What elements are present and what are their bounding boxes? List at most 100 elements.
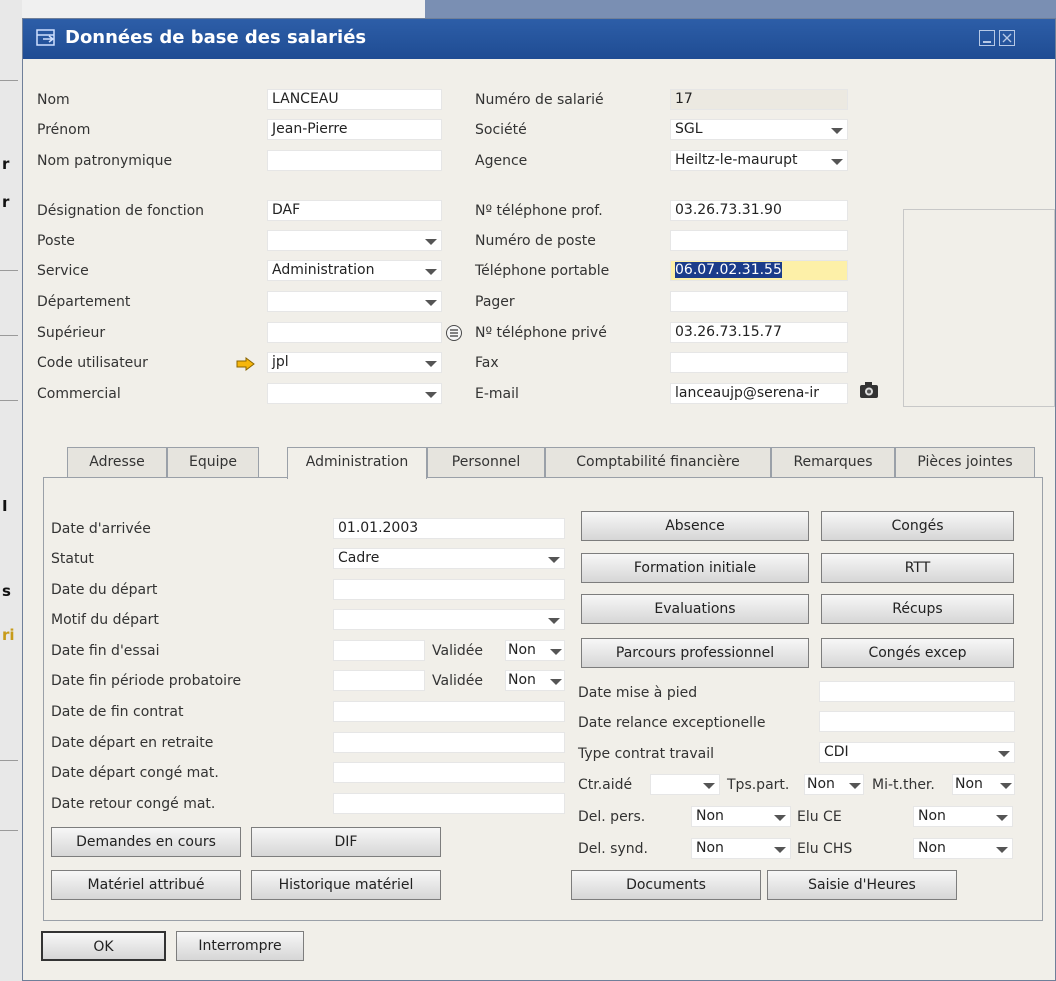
tab-remarques[interactable]: Remarques bbox=[771, 447, 895, 477]
tps-part-select[interactable]: Non bbox=[804, 774, 864, 795]
chevron-down-icon bbox=[831, 159, 843, 165]
nom-patronymique-field[interactable] bbox=[267, 150, 442, 171]
statut-select[interactable]: Cadre bbox=[333, 548, 565, 569]
validee-probatoire-select[interactable]: Non bbox=[505, 670, 565, 691]
label-tps-part: Tps.part. bbox=[727, 777, 790, 793]
pager-field[interactable] bbox=[670, 291, 848, 312]
label-poste: Poste bbox=[37, 233, 75, 249]
label-societe: Société bbox=[475, 122, 527, 138]
window-titlebar[interactable]: Données de base des salariés bbox=[23, 19, 1055, 59]
employee-master-data-window: Données de base des salariés Nom LANCEAU… bbox=[22, 18, 1056, 981]
label-numero-poste: Numéro de poste bbox=[475, 233, 596, 249]
label-telephone-portable: Téléphone portable bbox=[475, 263, 610, 279]
prenom-field[interactable]: Jean-Pierre bbox=[267, 119, 442, 140]
chevron-down-icon bbox=[425, 300, 437, 306]
label-validee: Validée bbox=[432, 673, 483, 689]
poste-select[interactable] bbox=[267, 230, 442, 251]
del-pers-select[interactable]: Non bbox=[691, 806, 791, 827]
materiel-attribue-button[interactable]: Matériel attribué bbox=[51, 870, 241, 900]
chevron-down-icon bbox=[703, 783, 715, 789]
label-departement: Département bbox=[37, 294, 131, 310]
email-field[interactable]: lanceaujp@serena-ir bbox=[670, 383, 848, 404]
chevron-down-icon bbox=[550, 679, 562, 685]
ok-button[interactable]: OK bbox=[41, 931, 166, 961]
commercial-select[interactable] bbox=[267, 383, 442, 404]
recups-button[interactable]: Récups bbox=[821, 594, 1014, 624]
background-text: ri bbox=[2, 626, 15, 644]
tab-equipe[interactable]: Equipe bbox=[167, 447, 259, 477]
close-button[interactable] bbox=[999, 30, 1015, 46]
designation-fonction-field[interactable]: DAF bbox=[267, 200, 442, 221]
date-depart-conge-mat-field[interactable] bbox=[333, 762, 565, 783]
documents-button[interactable]: Documents bbox=[571, 870, 761, 900]
date-mise-a-pied-field[interactable] bbox=[819, 681, 1015, 702]
absence-button[interactable]: Absence bbox=[581, 511, 809, 541]
label-date-retour-conge-mat: Date retour congé mat. bbox=[51, 796, 216, 812]
departement-select[interactable] bbox=[267, 291, 442, 312]
background-text: r bbox=[2, 155, 10, 173]
chevron-down-icon bbox=[425, 361, 437, 367]
dif-button[interactable]: DIF bbox=[251, 827, 441, 857]
code-utilisateur-select[interactable]: jpl bbox=[267, 352, 442, 373]
tel-prof-field[interactable]: 03.26.73.31.90 bbox=[670, 200, 848, 221]
del-synd-select[interactable]: Non bbox=[691, 838, 791, 859]
chevron-down-icon bbox=[1000, 783, 1012, 789]
numero-poste-field[interactable] bbox=[670, 230, 848, 251]
saisie-heures-button[interactable]: Saisie d'Heures bbox=[767, 870, 957, 900]
ctr-aide-select[interactable] bbox=[650, 774, 720, 795]
date-fin-essai-field[interactable] bbox=[333, 640, 425, 661]
agence-select[interactable]: Heiltz-le-maurupt bbox=[670, 150, 848, 171]
label-fax: Fax bbox=[475, 355, 499, 371]
link-arrow-icon[interactable] bbox=[236, 357, 256, 371]
photo-frame[interactable] bbox=[903, 209, 1055, 407]
parcours-professionnel-button[interactable]: Parcours professionnel bbox=[581, 638, 809, 668]
date-fin-probatoire-field[interactable] bbox=[333, 670, 425, 691]
superieur-field[interactable] bbox=[267, 322, 442, 343]
conges-excep-button[interactable]: Congés excep bbox=[821, 638, 1014, 668]
mi-t-ther-select[interactable]: Non bbox=[952, 774, 1015, 795]
date-arrivee-field[interactable]: 01.01.2003 bbox=[333, 518, 565, 539]
list-choose-icon[interactable] bbox=[445, 324, 463, 342]
elu-ce-select[interactable]: Non bbox=[913, 806, 1013, 827]
tel-prive-field[interactable]: 03.26.73.15.77 bbox=[670, 322, 848, 343]
tab-administration[interactable]: Administration bbox=[287, 447, 427, 479]
date-depart-retraite-field[interactable] bbox=[333, 732, 565, 753]
chevron-down-icon bbox=[849, 783, 861, 789]
background-divider bbox=[0, 335, 18, 336]
date-depart-field[interactable] bbox=[333, 579, 565, 600]
elu-chs-select[interactable]: Non bbox=[913, 838, 1013, 859]
tab-pieces-jointes[interactable]: Pièces jointes bbox=[895, 447, 1035, 477]
del-pers-value: Non bbox=[696, 808, 724, 824]
type-contrat-select[interactable]: CDI bbox=[819, 742, 1015, 763]
camera-icon[interactable] bbox=[859, 381, 879, 399]
chevron-down-icon bbox=[774, 847, 786, 853]
tab-personnel[interactable]: Personnel bbox=[427, 447, 545, 477]
nom-field[interactable]: LANCEAU bbox=[267, 89, 442, 110]
background-divider bbox=[0, 80, 18, 81]
chevron-down-icon bbox=[548, 618, 560, 624]
conges-button[interactable]: Congés bbox=[821, 511, 1014, 541]
motif-depart-select[interactable] bbox=[333, 609, 565, 630]
date-relance-field[interactable] bbox=[819, 711, 1015, 732]
telephone-portable-field[interactable]: 06.07.02.31.55 bbox=[670, 260, 848, 281]
date-fin-contrat-field[interactable] bbox=[333, 701, 565, 722]
chevron-down-icon bbox=[996, 815, 1008, 821]
label-date-depart-conge-mat: Date départ congé mat. bbox=[51, 765, 219, 781]
minimize-button[interactable] bbox=[979, 30, 995, 46]
label-date-relance: Date relance exceptionelle bbox=[578, 715, 766, 731]
interrompre-button[interactable]: Interrompre bbox=[176, 931, 304, 961]
formation-initiale-button[interactable]: Formation initiale bbox=[581, 553, 809, 583]
rtt-button[interactable]: RTT bbox=[821, 553, 1014, 583]
validee-essai-select[interactable]: Non bbox=[505, 640, 565, 661]
historique-materiel-button[interactable]: Historique matériel bbox=[251, 870, 441, 900]
background-app-sidebar: r r I s ri bbox=[0, 0, 23, 981]
tab-comptabilite-financiere[interactable]: Comptabilité financière bbox=[545, 447, 771, 477]
demandes-en-cours-button[interactable]: Demandes en cours bbox=[51, 827, 241, 857]
service-select[interactable]: Administration bbox=[267, 260, 442, 281]
fax-field[interactable] bbox=[670, 352, 848, 373]
evaluations-button[interactable]: Evaluations bbox=[581, 594, 809, 624]
tab-adresse[interactable]: Adresse bbox=[67, 447, 167, 477]
label-date-fin-essai: Date fin d'essai bbox=[51, 643, 160, 659]
societe-select[interactable]: SGL bbox=[670, 119, 848, 140]
date-retour-conge-mat-field[interactable] bbox=[333, 793, 565, 814]
